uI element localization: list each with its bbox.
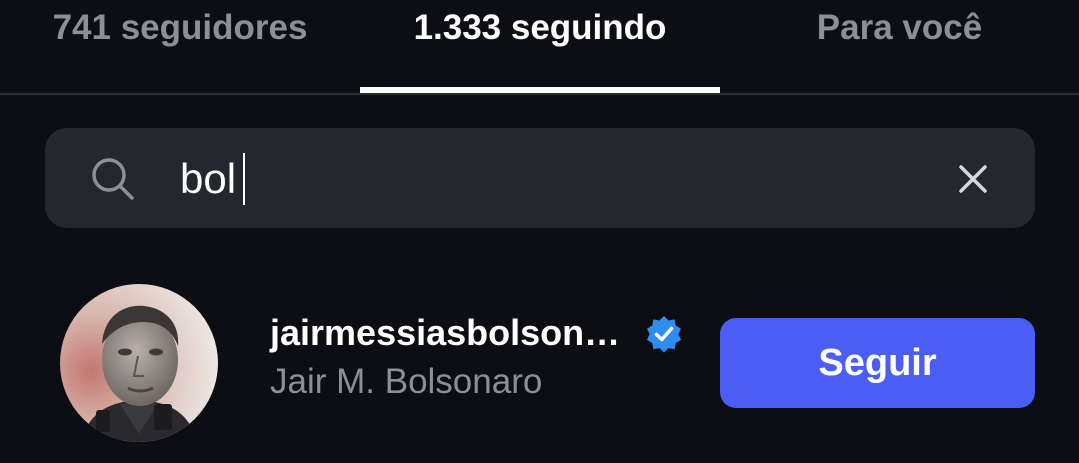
text-cursor <box>243 153 245 205</box>
tab-following-label: 1.333 seguindo <box>413 8 667 47</box>
verified-badge-icon <box>647 316 681 353</box>
avatar-image <box>60 284 218 442</box>
avatar[interactable] <box>60 284 218 442</box>
display-name: Jair M. Bolsonaro <box>270 362 543 401</box>
username[interactable]: jairmessiasbolson… <box>270 312 620 354</box>
search-input[interactable] <box>180 148 900 210</box>
tab-bar: 741 seguidores 1.333 seguindo Para você <box>0 0 1079 95</box>
close-icon[interactable] <box>954 160 992 198</box>
active-tab-indicator <box>360 87 720 93</box>
tab-for-you[interactable]: Para você <box>720 0 1079 93</box>
follow-button[interactable]: Seguir <box>720 318 1035 408</box>
tab-followers[interactable]: 741 seguidores <box>0 0 360 93</box>
tab-for-you-label: Para você <box>816 8 983 47</box>
tab-followers-label: 741 seguidores <box>52 8 308 47</box>
tab-following[interactable]: 1.333 seguindo <box>360 0 720 93</box>
search-icon <box>92 158 134 200</box>
